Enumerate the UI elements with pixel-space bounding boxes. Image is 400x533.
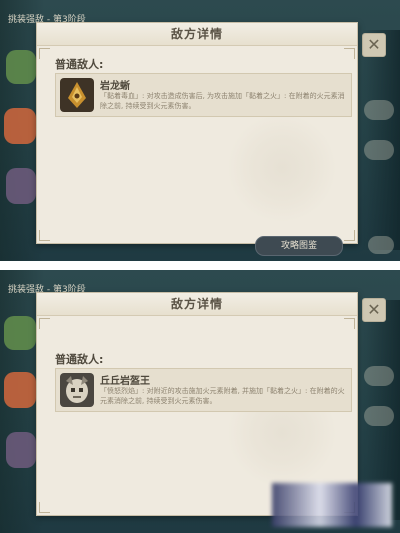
character-avatar[interactable] <box>4 108 36 144</box>
enemy-description: 「愤怒烈焰」: 对附近的攻击施加火元素附着, 并施加「黏着之火」: 在附着的火元… <box>100 387 345 405</box>
character-avatar[interactable] <box>6 432 36 468</box>
corner-ornament <box>39 48 50 59</box>
hilichurl-king-portrait-icon <box>60 373 94 407</box>
enemy-description: 「黏着毒血」: 对攻击造成伤害后, 为攻击施加「黏着之火」: 在附着的火元素消除… <box>100 92 345 110</box>
emblem-watermark-icon <box>227 113 337 223</box>
side-button[interactable] <box>368 236 394 254</box>
enemy-details-panel: 敌方详情 普通敌人: 岩龙蜥 「黏着毒血」: 对攻击造成伤害后, 为攻击施加「黏… <box>36 22 358 244</box>
character-avatar[interactable] <box>4 372 36 408</box>
corner-ornament <box>39 502 50 513</box>
character-avatar[interactable] <box>6 168 36 204</box>
side-button[interactable] <box>364 140 394 160</box>
blurred-overlay <box>272 483 392 527</box>
game-screen-bottom: 挑装强敌 - 第3阶段 ✕ 敌方详情 普通敌人: 丘丘岩盔王 「愤怒烈焰」: 对… <box>0 270 400 533</box>
close-icon[interactable]: ✕ <box>362 298 386 322</box>
corner-ornament <box>344 230 355 241</box>
corner-ornament <box>39 230 50 241</box>
section-title: 普通敌人: <box>55 353 104 366</box>
corner-ornament <box>39 318 50 329</box>
rock-lizard-portrait-icon <box>60 78 94 112</box>
panel-title: 敌方详情 <box>37 293 357 316</box>
section-title: 普通敌人: <box>55 58 104 71</box>
corner-ornament <box>344 48 355 59</box>
side-button[interactable] <box>364 406 394 426</box>
corner-ornament <box>344 318 355 329</box>
enemy-card[interactable]: 丘丘岩盔王 「愤怒烈焰」: 对附近的攻击施加火元素附着, 并施加「黏着之火」: … <box>55 368 352 412</box>
game-screen-top: 挑装强敌 - 第3阶段 ✕ 敌方详情 普通敌人: 岩龙蜥 「黏着毒血」: 对攻击… <box>0 0 400 261</box>
enemy-name: 岩龙蜥 <box>100 81 130 92</box>
character-avatar[interactable] <box>6 50 36 84</box>
close-icon[interactable]: ✕ <box>362 33 386 57</box>
side-button[interactable] <box>364 100 394 120</box>
enemy-name: 丘丘岩盔王 <box>100 376 150 387</box>
panel-title: 敌方详情 <box>37 23 357 46</box>
enemy-card[interactable]: 岩龙蜥 「黏着毒血」: 对攻击造成伤害后, 为攻击施加「黏着之火」: 在附着的火… <box>55 73 352 117</box>
tutorial-guide-button[interactable]: 攻略图鉴 <box>255 236 343 256</box>
character-avatar[interactable] <box>4 316 36 350</box>
side-button[interactable] <box>364 366 394 386</box>
